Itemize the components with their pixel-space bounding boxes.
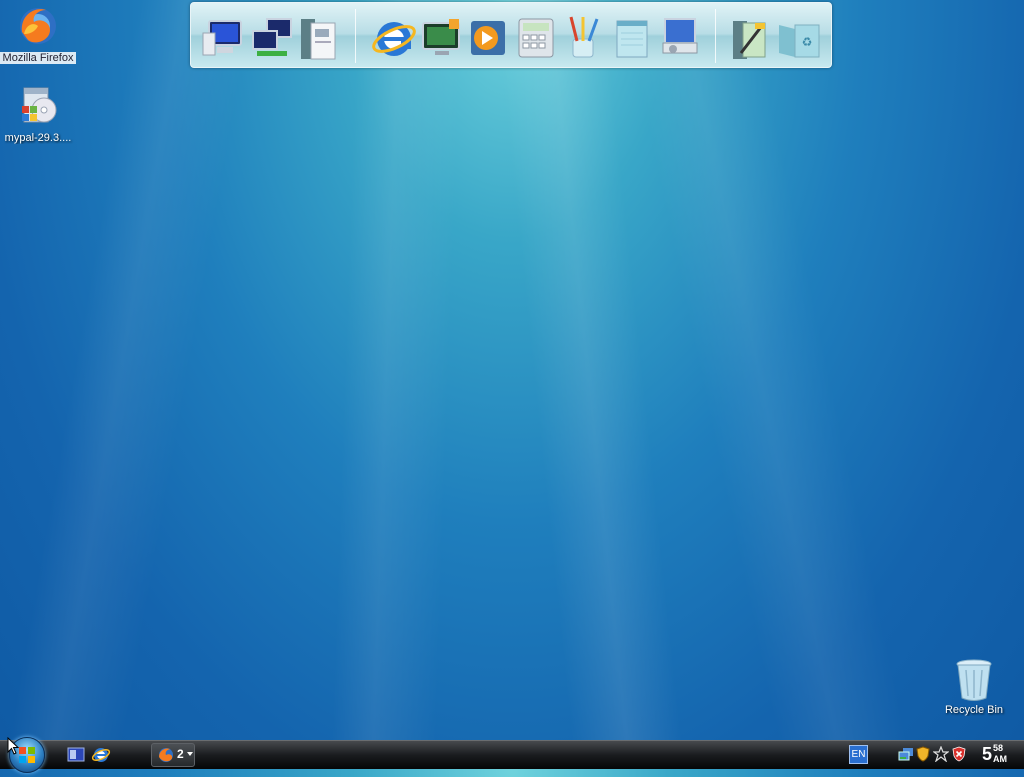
quick-launch-show-desktop[interactable] [66,743,86,767]
desktop-icon-recycle-bin[interactable]: Recycle Bin [936,656,1012,716]
clock-hour: 5 [982,744,993,764]
network-icon [252,18,292,56]
control-panel-icon [662,18,698,54]
star-icon [932,745,950,763]
dock-item-tools[interactable] [727,13,773,61]
tray-star[interactable] [932,745,950,763]
paint-icon [569,16,599,58]
desktop-icon-label: Recycle Bin [944,704,1004,716]
media-center-icon [422,19,460,55]
recycle-bin-icon: ♻ [779,24,820,58]
show-desktop-icon [67,747,85,762]
security-alert-icon [952,746,966,762]
quick-launch-internet-explorer[interactable] [91,743,111,767]
firefox-icon [16,4,60,48]
desktop-icon-label: mypal-29.3.... [4,132,72,144]
network-icon [898,748,913,761]
desktop-icon-mypal[interactable]: mypal-29.3.... [0,84,76,144]
dock-separator [355,9,356,63]
svg-text:♻: ♻ [802,35,813,49]
task-group-count: 2 [177,747,184,761]
clock-minute: 58 [993,743,1004,753]
shield-icon [916,746,930,762]
chevron-down-icon [187,752,193,756]
dock-item-internet-explorer[interactable] [371,13,417,61]
dock-toolbar: ♻ [190,2,832,68]
desktop-icon-label: Mozilla Firefox [0,52,76,64]
desktop-wallpaper [0,0,1024,768]
tray-security-alert[interactable] [951,746,967,762]
tray-shield[interactable] [915,746,931,762]
tray-network[interactable] [898,746,914,762]
internet-explorer-icon [91,748,111,762]
dock-item-media-player[interactable] [465,13,511,61]
taskbar: 2 EN 5 58 AM [0,737,1024,773]
internet-explorer-icon [372,22,416,56]
tools-icon [733,21,766,59]
dock-item-network[interactable] [249,13,295,61]
dock-item-media-center[interactable] [419,13,465,61]
media-player-icon [471,21,505,55]
recycle-bin-icon [952,656,996,701]
firefox-icon [159,748,173,762]
calculator-icon [518,18,554,58]
dock-item-recycle-bin[interactable]: ♻ [775,13,821,61]
clock-period: AM [993,754,1007,764]
dock-item-documents[interactable] [297,13,343,61]
computer-icon [202,20,242,56]
desktop-icon-firefox[interactable]: Mozilla Firefox [0,4,76,64]
documents-icon [301,19,336,60]
language-indicator[interactable]: EN [849,745,868,764]
dock-item-paint[interactable] [561,13,607,61]
notepad-icon [616,20,648,58]
mouse-cursor-icon [7,736,20,760]
dock-item-notepad[interactable] [609,13,655,61]
dock-separator [715,9,716,63]
installer-disc-icon [16,84,60,128]
taskbar-group-firefox[interactable]: 2 [151,743,195,767]
dock-item-calculator[interactable] [513,13,559,61]
dock-item-computer[interactable] [199,13,245,61]
dock-item-control-panel[interactable] [657,13,703,61]
